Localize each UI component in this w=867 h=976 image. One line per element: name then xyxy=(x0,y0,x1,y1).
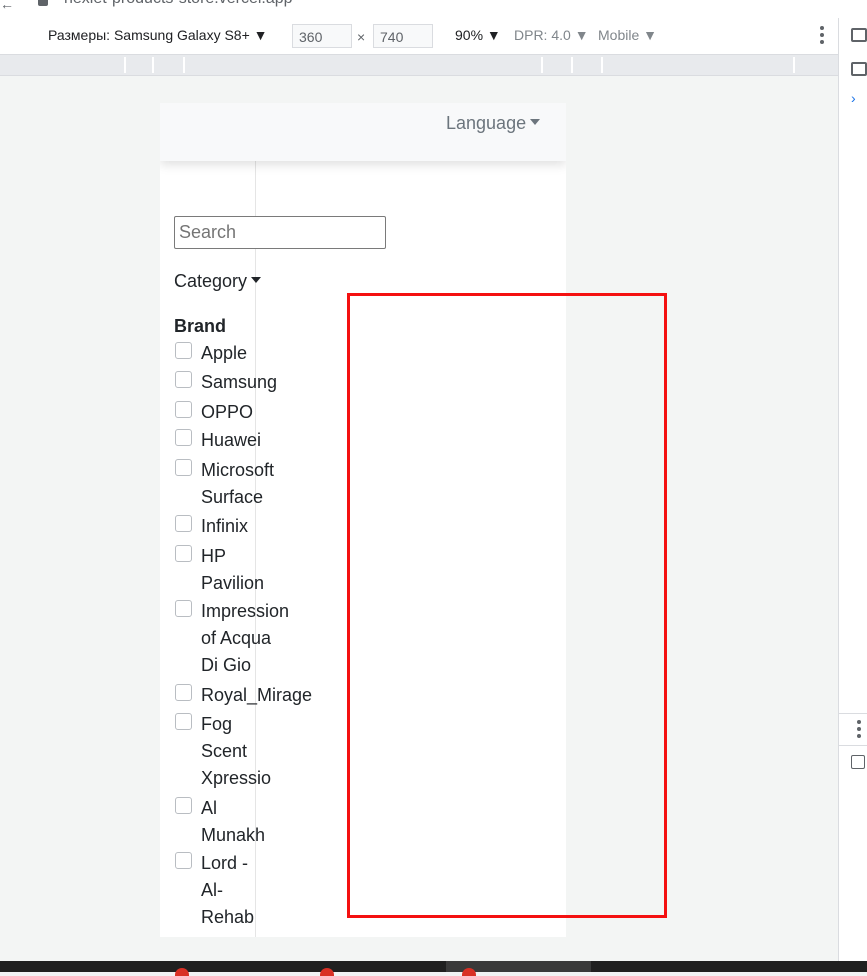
device-toolbar: Размеры: Samsung Galaxy S8+ ▼ 360 × 740 … xyxy=(0,18,838,55)
checkbox[interactable] xyxy=(175,684,192,701)
back-arrow-icon[interactable]: ← xyxy=(0,0,14,12)
category-dropdown[interactable]: Category xyxy=(174,271,262,292)
devtools-side-panel: › xyxy=(838,18,867,961)
address-bar[interactable]: ← nexlet-products-store.vercel.app xyxy=(0,0,867,19)
ruler-divider xyxy=(541,57,543,73)
brand-item-label: Impression of Acqua Di Gio xyxy=(201,601,290,675)
zoom-label: 90% xyxy=(455,27,484,43)
app-icon[interactable] xyxy=(320,968,334,976)
brand-item-label: Huawei xyxy=(201,430,262,450)
dropdown-triangle-icon: ▼ xyxy=(574,27,589,43)
ruler-divider xyxy=(124,57,126,73)
dpr-select[interactable]: DPR: 4.0 ▼ xyxy=(514,27,589,43)
brand-item-label: Royal_Mirage xyxy=(201,685,313,705)
brand-heading: Brand xyxy=(174,316,227,336)
dimension-separator: × xyxy=(357,29,366,45)
brand-item-label: Fog Scent Xpressio xyxy=(201,714,272,788)
ruler-divider xyxy=(601,57,603,73)
ruler-divider xyxy=(793,57,795,73)
checkbox[interactable] xyxy=(175,515,192,532)
brand-item-label: Al Munakh xyxy=(201,798,266,845)
language-dropdown[interactable]: Language xyxy=(446,113,541,134)
brand-item-label: OPPO xyxy=(201,402,254,422)
checkbox[interactable] xyxy=(175,459,192,476)
navbar: Language xyxy=(160,103,566,161)
checkbox[interactable] xyxy=(851,755,865,769)
width-input[interactable]: 360 xyxy=(292,24,352,48)
caret-down-icon xyxy=(251,277,262,283)
os-taskbar xyxy=(0,961,867,976)
dropdown-triangle-icon: ▼ xyxy=(486,27,501,43)
brand-item-label: Microsoft Surface xyxy=(201,460,275,507)
media-query-ruler[interactable] xyxy=(0,55,838,76)
inspect-element-icon[interactable] xyxy=(851,28,867,42)
brand-item-label: Infinix xyxy=(201,516,249,536)
device-select-label: Размеры: Samsung Galaxy S8+ xyxy=(48,27,250,43)
ruler-divider xyxy=(152,57,154,73)
checkbox[interactable] xyxy=(175,545,192,562)
checkbox[interactable] xyxy=(175,797,192,814)
mode-label: Mobile xyxy=(598,27,640,43)
dropdown-triangle-icon: ▼ xyxy=(643,27,657,43)
ruler-divider xyxy=(183,57,185,73)
chevron-right-icon[interactable]: › xyxy=(851,90,856,106)
checkbox[interactable] xyxy=(175,371,192,388)
checkbox[interactable] xyxy=(175,401,192,418)
device-select[interactable]: Размеры: Samsung Galaxy S8+ ▼ xyxy=(48,27,268,43)
more-options-icon[interactable] xyxy=(857,720,861,741)
checkbox[interactable] xyxy=(175,429,192,446)
brand-item-label: HP Pavilion xyxy=(201,546,265,593)
category-label: Category xyxy=(174,271,248,291)
zoom-select[interactable]: 90% ▼ xyxy=(455,27,501,43)
divider xyxy=(839,713,867,714)
app-icon[interactable] xyxy=(175,968,189,976)
url-text[interactable]: nexlet-products-store.vercel.app xyxy=(64,0,293,8)
checkbox[interactable] xyxy=(175,342,192,359)
brand-item-label: Samsung xyxy=(201,372,278,392)
dpr-label: DPR: 4.0 xyxy=(514,27,571,43)
highlight-rectangle xyxy=(347,293,667,918)
device-toggle-icon[interactable] xyxy=(851,62,867,76)
caret-down-icon xyxy=(530,119,541,125)
chrome-icon[interactable] xyxy=(462,968,476,976)
brand-item-label: Lord - Al- Rehab xyxy=(201,853,255,927)
dropdown-triangle-icon: ▼ xyxy=(253,27,268,43)
more-options-icon[interactable] xyxy=(820,26,824,47)
language-label: Language xyxy=(446,113,527,133)
lock-icon xyxy=(38,0,48,6)
checkbox[interactable] xyxy=(175,852,192,869)
brand-item-label: Apple xyxy=(201,343,248,363)
height-input[interactable]: 740 xyxy=(373,24,433,48)
checkbox[interactable] xyxy=(175,713,192,730)
search-input[interactable] xyxy=(174,216,386,249)
mode-select[interactable]: Mobile ▼ xyxy=(598,27,657,43)
divider xyxy=(839,745,867,746)
checkbox[interactable] xyxy=(175,600,192,617)
ruler-divider xyxy=(571,57,573,73)
